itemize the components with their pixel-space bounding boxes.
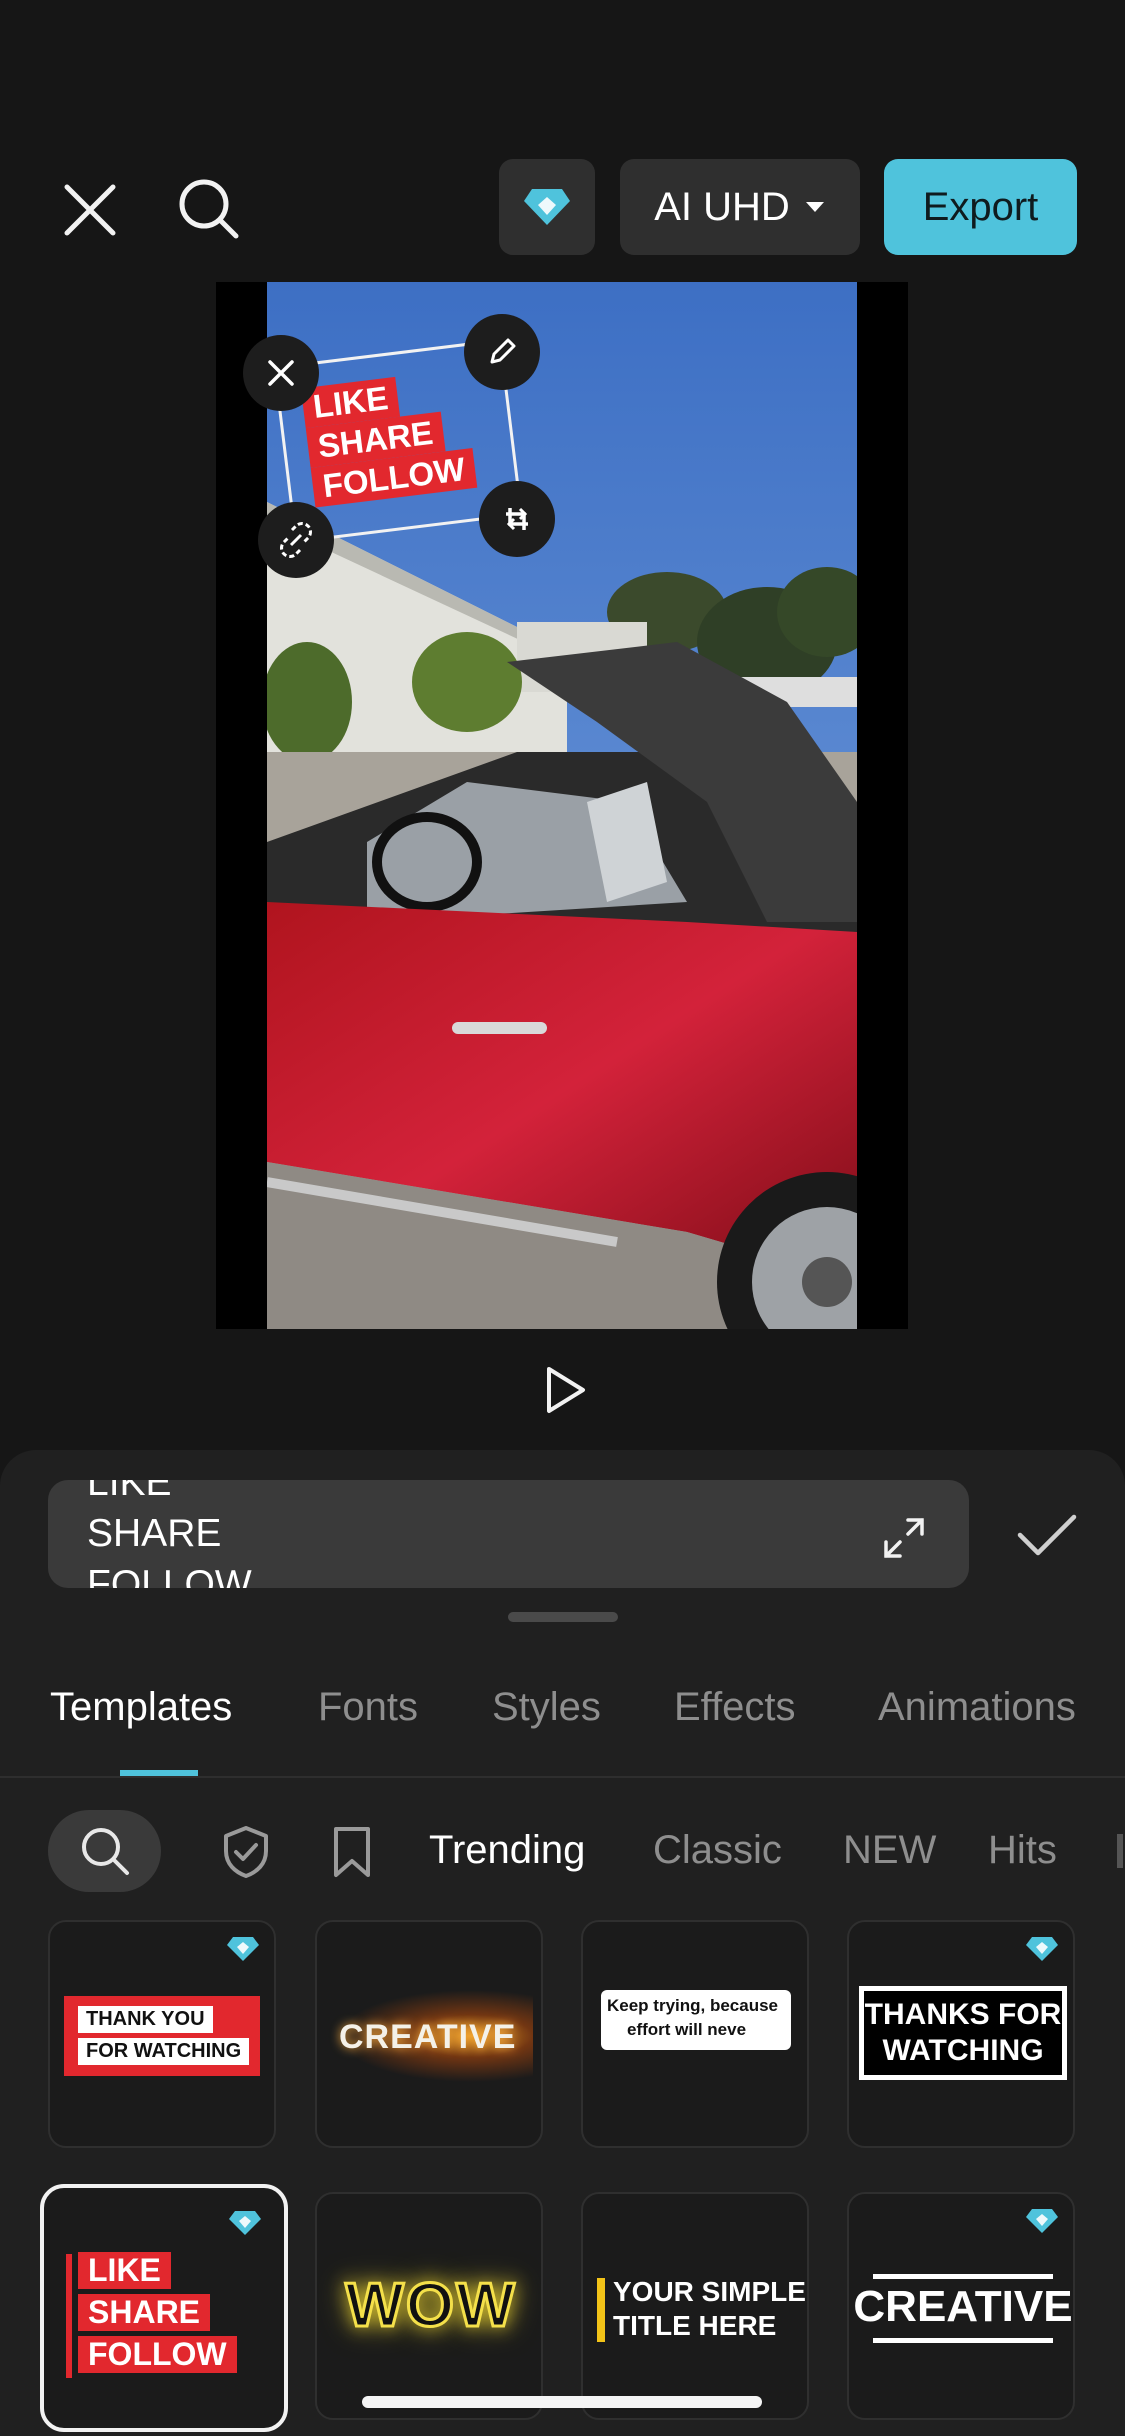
export-label: Export bbox=[922, 184, 1039, 229]
rotate-icon bbox=[506, 507, 528, 531]
template-accent-bar bbox=[597, 2278, 605, 2342]
delete-sticker-handle[interactable] bbox=[243, 335, 319, 411]
template-text-line: FOR WATCHING bbox=[78, 2038, 250, 2065]
tab-styles[interactable]: Styles bbox=[492, 1685, 601, 1730]
sheet-drag-handle[interactable] bbox=[508, 1612, 618, 1622]
expand-button[interactable] bbox=[876, 1510, 932, 1566]
diamond-icon bbox=[524, 189, 570, 225]
template-text-line: FOLLOW bbox=[78, 2336, 237, 2373]
resolution-label: AI UHD bbox=[654, 184, 790, 229]
template-text-line: effort will neve bbox=[627, 2020, 747, 2039]
confirm-button[interactable] bbox=[1012, 1505, 1082, 1565]
template-text-line: Keep trying, because bbox=[607, 1996, 779, 2015]
filter-hits[interactable]: Hits bbox=[988, 1828, 1057, 1873]
search-icon bbox=[81, 1828, 129, 1875]
template-rule bbox=[873, 2338, 1053, 2343]
close-icon bbox=[268, 360, 294, 386]
tab-effects[interactable]: Effects bbox=[674, 1685, 796, 1730]
text-line-1: LIKE bbox=[87, 1480, 172, 1504]
close-button[interactable] bbox=[55, 175, 125, 245]
filter-overflow-fragment bbox=[1117, 1834, 1123, 1868]
template-text-line: WATCHING bbox=[882, 2034, 1044, 2067]
filter-trending[interactable]: Trending bbox=[429, 1828, 585, 1873]
text-line-3: FOLLOW bbox=[87, 1563, 252, 1588]
template-text-line: THANKS FOR bbox=[864, 1998, 1062, 2031]
home-indicator bbox=[362, 2396, 762, 2408]
search-button[interactable] bbox=[172, 172, 246, 246]
tab-animations[interactable]: Animations bbox=[878, 1685, 1076, 1730]
template-accent-bar bbox=[66, 2254, 72, 2378]
close-icon bbox=[64, 184, 116, 236]
pro-button[interactable] bbox=[499, 159, 595, 255]
tab-templates[interactable]: Templates bbox=[50, 1685, 232, 1730]
template-creative-sparkle[interactable]: CREATIVE bbox=[315, 1920, 543, 2148]
verified-filter-button[interactable] bbox=[218, 1822, 274, 1882]
template-text-line: WOW bbox=[344, 2270, 517, 2342]
text-line-2: SHARE bbox=[87, 1512, 222, 1555]
template-text-line: CREATIVE bbox=[853, 2282, 1073, 2331]
template-your-simple-title[interactable]: YOUR SIMPLE TITLE HERE bbox=[581, 2192, 809, 2420]
diamond-icon bbox=[227, 1937, 259, 1961]
resolution-dropdown[interactable]: AI UHD bbox=[620, 159, 860, 255]
shield-check-icon bbox=[224, 1826, 268, 1878]
template-wow[interactable]: WOW bbox=[315, 2192, 543, 2420]
template-text-line: YOUR SIMPLE bbox=[613, 2276, 806, 2307]
template-rule bbox=[873, 2274, 1053, 2279]
export-button[interactable]: Export bbox=[884, 159, 1077, 255]
template-text-line: THANK YOU bbox=[78, 2006, 213, 2033]
caret-down-icon bbox=[805, 202, 824, 212]
expand-icon bbox=[884, 1518, 924, 1558]
template-creative-bold[interactable]: CREATIVE bbox=[847, 2192, 1075, 2420]
search-icon bbox=[179, 179, 239, 239]
tab-fonts[interactable]: Fonts bbox=[318, 1685, 418, 1730]
template-thanks-for-watching-box[interactable]: THANKS FOR WATCHING bbox=[847, 1920, 1075, 2148]
play-button[interactable] bbox=[530, 1355, 600, 1425]
tabs-divider bbox=[0, 1776, 1125, 1778]
unlink-icon bbox=[280, 522, 312, 558]
edit-sticker-handle[interactable] bbox=[464, 314, 540, 390]
diamond-icon bbox=[1026, 1937, 1058, 1961]
template-keep-trying[interactable]: Keep trying, because effort will neve bbox=[581, 1920, 809, 2148]
template-text-line: CREATIVE bbox=[339, 2018, 517, 2056]
diamond-icon bbox=[229, 2211, 261, 2235]
pencil-icon bbox=[490, 338, 516, 364]
filter-classic[interactable]: Classic bbox=[653, 1828, 782, 1873]
unlink-sticker-handle[interactable] bbox=[258, 502, 334, 578]
template-text-line: TITLE HERE bbox=[613, 2310, 777, 2341]
play-icon bbox=[547, 1367, 585, 1413]
template-like-share-follow[interactable]: LIKE SHARE FOLLOW bbox=[40, 2184, 288, 2432]
filter-new[interactable]: NEW bbox=[843, 1828, 936, 1873]
template-text-line: SHARE bbox=[78, 2294, 211, 2331]
bookmark-icon bbox=[334, 1827, 370, 1877]
saved-filter-button[interactable] bbox=[326, 1822, 378, 1882]
text-input-field[interactable]: LIKE SHARE FOLLOW bbox=[48, 1480, 969, 1588]
rotate-scale-handle[interactable] bbox=[479, 481, 555, 557]
template-text-line: LIKE bbox=[78, 2252, 171, 2289]
checkmark-icon bbox=[1017, 1514, 1077, 1556]
template-thank-you-for-watching[interactable]: THANK YOU FOR WATCHING bbox=[48, 1920, 276, 2148]
diamond-icon bbox=[1026, 2209, 1058, 2233]
template-search-button[interactable] bbox=[48, 1810, 161, 1892]
